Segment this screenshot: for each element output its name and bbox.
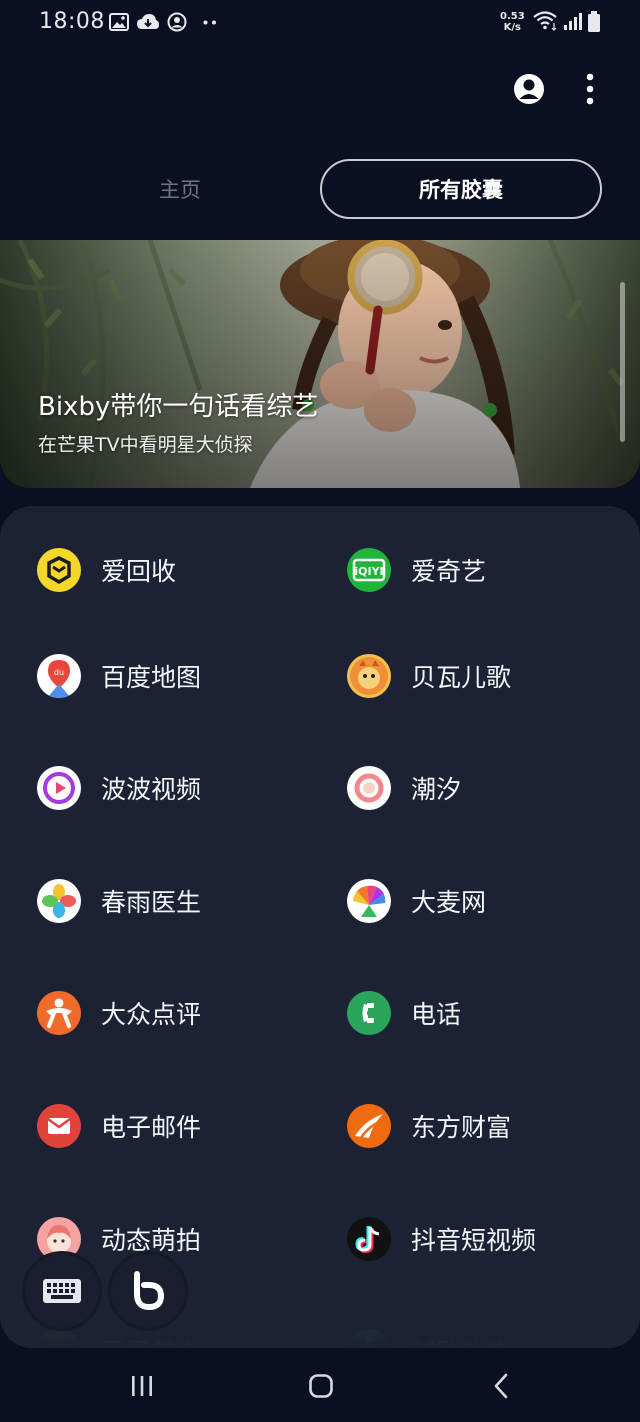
svg-text:du: du bbox=[54, 668, 64, 677]
capsule-label: 辅助功能 bbox=[411, 1333, 511, 1348]
capsule-item-baidu-map[interactable]: du 百度地图 bbox=[37, 646, 327, 706]
capsule-item-aihuishou[interactable]: 爱回收 bbox=[37, 540, 327, 600]
profile-icon[interactable] bbox=[512, 72, 546, 106]
account-circle-icon bbox=[167, 12, 187, 32]
tide-icon bbox=[347, 766, 391, 810]
capsule-label: 波波视频 bbox=[101, 775, 202, 804]
capsule-label: 电话 bbox=[411, 1000, 462, 1029]
tab-all-capsules[interactable]: 所有胶囊 bbox=[320, 159, 602, 219]
more-dots-icon bbox=[203, 20, 216, 25]
banner-subtitle: 在芒果TV中看明星大侦探 bbox=[38, 434, 253, 456]
net-speed-unit: K/s bbox=[503, 22, 522, 33]
capsule-label: 爱回收 bbox=[101, 557, 177, 586]
capsule-item-chunyu[interactable]: 春雨医生 bbox=[37, 871, 327, 931]
capsule-item-beva[interactable]: 贝瓦儿歌 bbox=[347, 646, 637, 706]
battery-icon bbox=[588, 11, 600, 32]
capsule-label: 贝瓦儿歌 bbox=[411, 663, 512, 692]
net-speed-value: 0.53 bbox=[500, 11, 525, 22]
capsule-item-phone[interactable]: 电话 bbox=[347, 983, 637, 1043]
eastmoney-icon bbox=[347, 1104, 391, 1148]
banner-scroll-indicator bbox=[620, 282, 625, 442]
recents-icon[interactable] bbox=[120, 1364, 164, 1408]
wifi-icon bbox=[533, 11, 557, 31]
tab-home[interactable]: 主页 bbox=[80, 160, 280, 218]
capsule-label: 豆果美食 bbox=[101, 1333, 201, 1348]
back-icon[interactable] bbox=[479, 1364, 523, 1408]
bixby-icon bbox=[134, 1271, 165, 1311]
capsule-item-accessibility[interactable]: 辅助功能 bbox=[347, 1321, 637, 1348]
more-vertical-icon[interactable] bbox=[578, 70, 602, 108]
capsule-label: 爱奇艺 bbox=[411, 557, 487, 586]
capsule-item-iqiyi[interactable]: iQIYI 爱奇艺 bbox=[347, 540, 637, 600]
capsule-item-douyin[interactable]: 抖音短视频 bbox=[347, 1209, 637, 1269]
capsule-label: 潮汐 bbox=[411, 775, 462, 804]
dianping-icon bbox=[37, 991, 81, 1035]
capsule-item-bobo-video[interactable]: 波波视频 bbox=[37, 758, 327, 818]
capsule-label: 东方财富 bbox=[411, 1113, 512, 1142]
accessibility-icon bbox=[347, 1329, 391, 1348]
navigation-bar bbox=[0, 1348, 640, 1422]
capsule-label: 百度地图 bbox=[101, 663, 202, 692]
baidu-map-icon: du bbox=[37, 654, 81, 698]
email-icon bbox=[37, 1104, 81, 1148]
svg-text:iQIYI: iQIYI bbox=[354, 565, 383, 578]
status-bar: 18:08 0.53 K/s bbox=[0, 0, 640, 50]
phone-icon bbox=[347, 991, 391, 1035]
iqiyi-icon: iQIYI bbox=[347, 548, 391, 592]
capsule-label: 春雨医生 bbox=[101, 888, 202, 917]
bixby-voice-button[interactable] bbox=[111, 1254, 185, 1328]
capsule-item-dianping[interactable]: 大众点评 bbox=[37, 983, 327, 1043]
home-icon[interactable] bbox=[299, 1364, 343, 1408]
damai-icon bbox=[347, 879, 391, 923]
capsule-item-damai[interactable]: 大麦网 bbox=[347, 871, 637, 931]
douguo-icon bbox=[37, 1329, 81, 1348]
capsule-label: 电子邮件 bbox=[101, 1113, 202, 1142]
beva-icon bbox=[347, 654, 391, 698]
gallery-icon bbox=[109, 13, 129, 31]
chunyu-icon bbox=[37, 879, 81, 923]
keyboard-button[interactable] bbox=[25, 1254, 99, 1328]
bixby-home-screen: 18:08 0.53 K/s 主页 所有胶囊 Bixby带你一句话看综艺 在芒果… bbox=[0, 0, 640, 1422]
capsule-item-eastmoney[interactable]: 东方财富 bbox=[347, 1096, 637, 1156]
capsule-item-email[interactable]: 电子邮件 bbox=[37, 1096, 327, 1156]
keyboard-icon bbox=[43, 1279, 81, 1303]
capsule-label: 大众点评 bbox=[101, 1000, 202, 1029]
capsule-label: 抖音短视频 bbox=[411, 1226, 537, 1255]
capsule-item-tide[interactable]: 潮汐 bbox=[347, 758, 637, 818]
bobo-video-icon bbox=[37, 766, 81, 810]
banner-title: Bixby带你一句话看综艺 bbox=[38, 392, 319, 422]
capsule-list-panel: 爱回收 iQIYI 爱奇艺 du 百度地图 贝瓦儿歌 波波视频 潮汐 春雨医生 … bbox=[0, 506, 640, 1348]
aihuishou-icon bbox=[37, 548, 81, 592]
status-time: 18:08 bbox=[39, 9, 105, 34]
cloud-sync-icon bbox=[137, 14, 159, 29]
signal-icon bbox=[564, 13, 582, 30]
capsule-label: 动态萌拍 bbox=[101, 1226, 202, 1255]
net-speed: 0.53 K/s bbox=[500, 11, 525, 33]
capsule-label: 大麦网 bbox=[411, 888, 487, 917]
douyin-icon bbox=[347, 1217, 391, 1261]
